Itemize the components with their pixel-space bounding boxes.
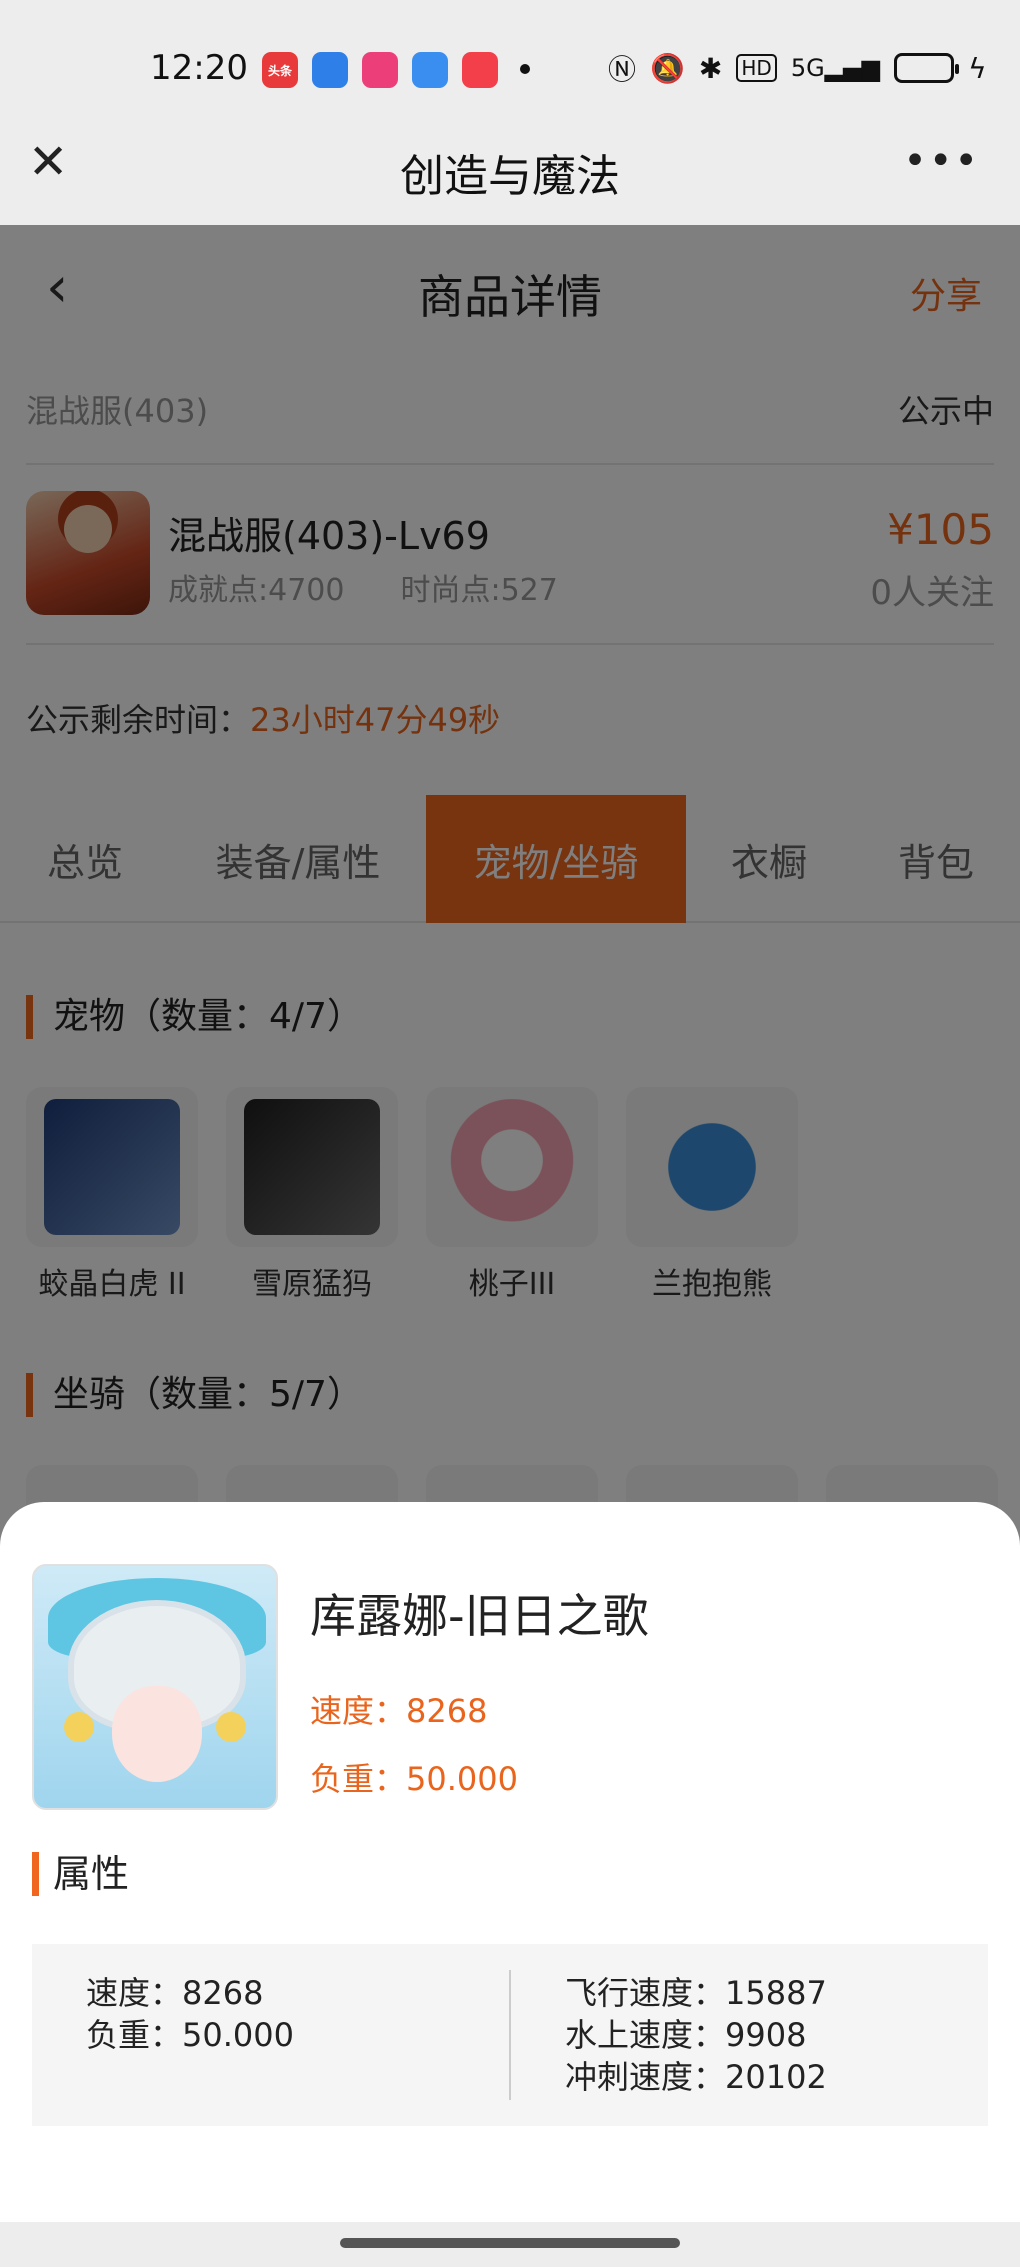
mount-name: 库露娜-旧日之歌 [310,1589,649,1643]
attr-load: 负重：50.000 [86,2016,294,2054]
5g-signal-icon: 5G▂▄▆ [790,54,881,82]
attributes-right: 飞行速度：15887 水上速度：9908 冲刺速度：20102 [511,1944,988,2126]
attributes-box: 速度：8268 负重：50.000 飞行速度：15887 水上速度：9908 冲… [32,1944,988,2126]
battery-icon [894,53,960,83]
hd-icon: HD [736,54,777,82]
nfc-icon: Ⓝ [608,53,637,86]
mount-image-ornament [216,1712,246,1742]
status-bar: 12:20 头条 Ⓝ 🔕 ✱ HD 5G▂▄▆ ϟ [0,0,1020,135]
search-app-icon [412,52,448,88]
attributes-left: 速度：8268 负重：50.000 [32,1944,509,2126]
bluetooth-icon: ✱ [698,51,723,85]
wechat-nav-bar: ✕ 创造与魔法 ••• [0,120,1020,225]
mount-image-face [112,1686,202,1782]
attr-fly-speed: 飞行速度：15887 [565,1974,827,2012]
home-indicator-bar [0,2222,1020,2267]
attr-speed: 速度：8268 [86,1974,264,2012]
notification-app-icons: 头条 [262,52,498,88]
mount-speed: 速度：8268 [310,1692,488,1730]
mount-image-ornament [64,1712,94,1742]
mount-detail-sheet: 库露娜-旧日之歌 速度：8268 负重：50.000 属性 速度：8268 负重… [0,1502,1020,2222]
status-time: 12:20 [150,48,248,88]
attr-dash-speed: 冲刺速度：20102 [565,2058,827,2096]
more-notifications-dot [520,64,530,74]
mute-icon: 🔕 [650,51,685,85]
attr-water-speed: 水上速度：9908 [565,2016,807,2054]
miniapp-title: 创造与魔法 [400,151,620,202]
mount-image [32,1564,278,1810]
blue-app-icon [312,52,348,88]
attributes-title: 属性 [32,1852,129,1896]
charging-icon: ϟ [968,51,987,85]
pink-app-icon [362,52,398,88]
mount-load: 负重：50.000 [310,1760,518,1798]
system-icons: Ⓝ 🔕 ✱ HD 5G▂▄▆ ϟ [608,48,987,88]
home-indicator[interactable] [340,2238,680,2248]
music-app-icon [462,52,498,88]
toutiao-icon: 头条 [262,52,298,88]
more-icon[interactable]: ••• [903,138,980,184]
